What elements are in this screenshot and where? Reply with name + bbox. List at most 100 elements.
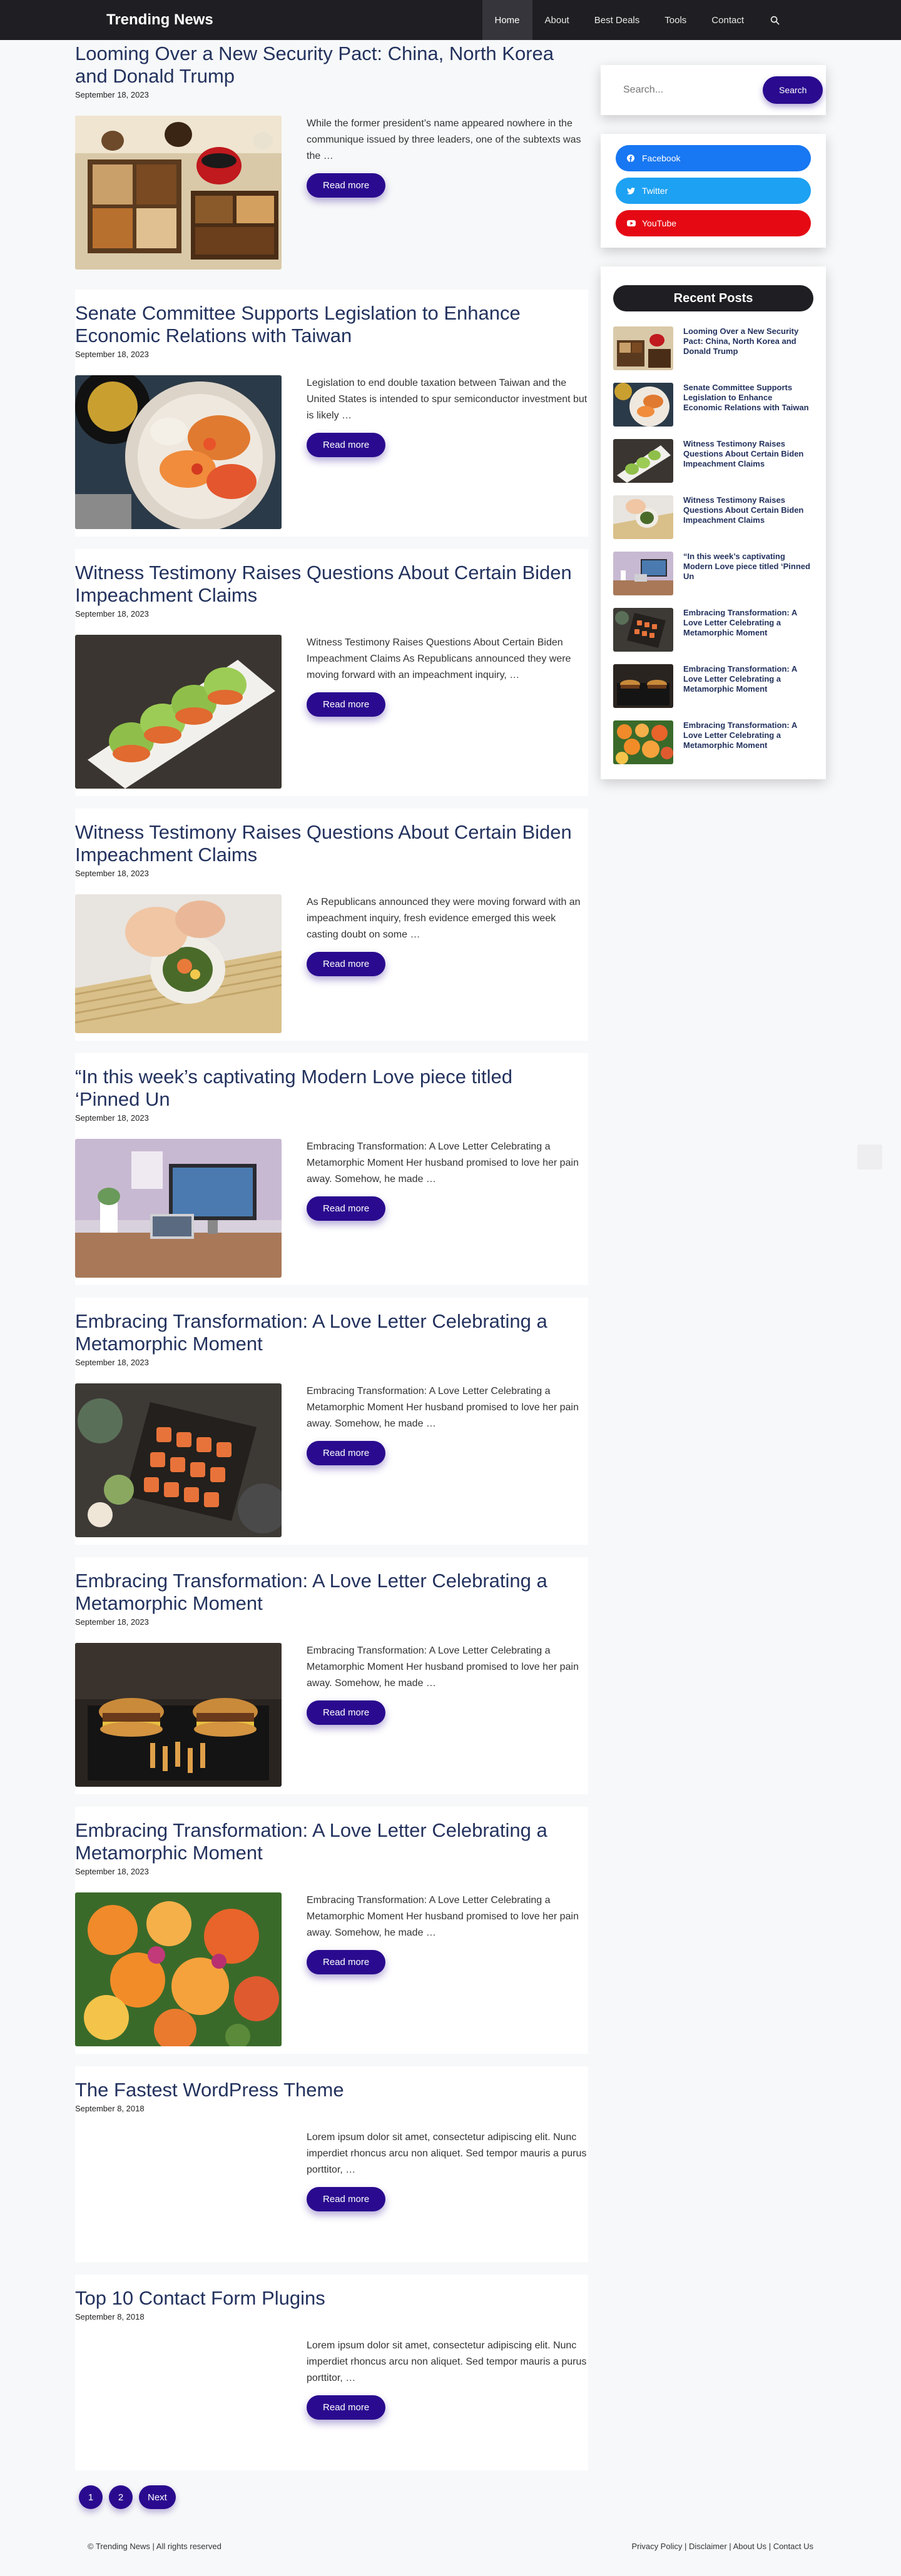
read-more-button[interactable]: Read more — [307, 2395, 386, 2420]
sidebar-search-button[interactable]: Search — [763, 76, 823, 104]
copyright-text: © Trending News | All rights reserved — [88, 2542, 221, 2551]
read-more-button[interactable]: Read more — [307, 692, 386, 717]
youtube-button[interactable]: YouTube — [616, 210, 811, 236]
recent-post-item: Witness Testimony Raises Questions About… — [613, 439, 813, 483]
post-title[interactable]: The Fastest WordPress Theme — [75, 2079, 588, 2101]
recent-post-title[interactable]: Witness Testimony Raises Questions About… — [683, 439, 813, 469]
read-more-button[interactable]: Read more — [307, 433, 386, 457]
read-more-button[interactable]: Read more — [307, 2187, 386, 2211]
facebook-icon — [627, 154, 637, 162]
post-card: Embracing Transformation: A Love Letter … — [75, 1557, 588, 1794]
recent-post-title[interactable]: Embracing Transformation: A Love Letter … — [683, 720, 813, 750]
post-thumbnail[interactable] — [75, 375, 282, 529]
search-widget: Search — [601, 65, 826, 115]
post-title[interactable]: “In this week’s captivating Modern Love … — [75, 1066, 588, 1111]
footer-link-disclaimer[interactable]: Disclaimer — [689, 2542, 727, 2551]
post-title[interactable]: Embracing Transformation: A Love Letter … — [75, 1819, 588, 1864]
post-title[interactable]: Witness Testimony Raises Questions About… — [75, 821, 588, 866]
recent-posts-heading: Recent Posts — [613, 285, 813, 311]
post-excerpt: Lorem ipsum dolor sit amet, consectetur … — [307, 2132, 587, 2175]
footer-links: Privacy Policy | Disclaimer | About Us |… — [631, 2542, 813, 2551]
next-page-button[interactable]: Next — [139, 2485, 176, 2509]
recent-post-item: Embracing Transformation: A Love Letter … — [613, 608, 813, 652]
post-thumbnail[interactable] — [75, 1383, 282, 1537]
read-more-button[interactable]: Read more — [307, 1950, 386, 1974]
post-thumbnail[interactable] — [75, 116, 282, 270]
post-date: September 18, 2023 — [75, 350, 149, 359]
post-thumbnail[interactable] — [75, 635, 282, 789]
read-more-button[interactable]: Read more — [307, 952, 386, 976]
read-more-button[interactable]: Read more — [307, 1441, 386, 1465]
recent-post-title[interactable]: Looming Over a New Security Pact: China,… — [683, 326, 813, 356]
post-title[interactable]: Looming Over a New Security Pact: China,… — [75, 43, 588, 88]
recent-post-item: Embracing Transformation: A Love Letter … — [613, 664, 813, 708]
recent-post-thumbnail[interactable] — [613, 439, 673, 483]
footer-link-about-us[interactable]: About Us — [733, 2542, 766, 2551]
post-excerpt: Embracing Transformation: A Love Letter … — [307, 1895, 579, 1938]
post-excerpt: Lorem ipsum dolor sit amet, consectetur … — [307, 2340, 587, 2383]
twitter-button[interactable]: Twitter — [616, 178, 811, 204]
post-title[interactable]: Senate Committee Supports Legislation to… — [75, 302, 588, 347]
sidebar: Search Facebook Twitter YouTube — [601, 19, 826, 2523]
read-more-button[interactable]: Read more — [307, 1196, 386, 1221]
post-title[interactable]: Top 10 Contact Form Plugins — [75, 2287, 588, 2310]
sidebar-search-input[interactable] — [613, 77, 763, 103]
post-date: September 8, 2018 — [75, 2312, 145, 2321]
recent-post-title[interactable]: Senate Committee Supports Legislation to… — [683, 383, 813, 413]
page-1-button[interactable]: 1 — [79, 2485, 103, 2509]
recent-post-thumbnail[interactable] — [613, 495, 673, 539]
pagination: 1 2 Next — [75, 2483, 588, 2523]
post-date: September 18, 2023 — [75, 1617, 149, 1627]
post-card: Looming Over a New Security Pact: China,… — [75, 43, 588, 277]
page-2-button[interactable]: 2 — [109, 2485, 133, 2509]
post-title[interactable]: Embracing Transformation: A Love Letter … — [75, 1570, 588, 1615]
facebook-button[interactable]: Facebook — [616, 145, 811, 171]
recent-post-item: Witness Testimony Raises Questions About… — [613, 495, 813, 539]
post-card: Witness Testimony Raises Questions About… — [75, 809, 588, 1041]
recent-post-item: “In this week’s captivating Modern Love … — [613, 552, 813, 595]
post-thumbnail-placeholder — [75, 2338, 282, 2463]
post-title[interactable]: Witness Testimony Raises Questions About… — [75, 562, 588, 607]
recent-post-thumbnail[interactable] — [613, 608, 673, 652]
recent-post-title[interactable]: “In this week’s captivating Modern Love … — [683, 552, 813, 582]
post-date: September 18, 2023 — [75, 1358, 149, 1367]
post-date: September 18, 2023 — [75, 869, 149, 878]
nav-about[interactable]: About — [532, 0, 582, 40]
post-thumbnail[interactable] — [75, 1892, 282, 2046]
read-more-button[interactable]: Read more — [307, 1700, 386, 1725]
youtube-icon — [627, 220, 637, 226]
post-card: The Fastest WordPress Theme September 8,… — [75, 2066, 588, 2262]
recent-post-thumbnail[interactable] — [613, 552, 673, 595]
recent-post-thumbnail[interactable] — [613, 383, 673, 427]
footer-link-privacy-policy[interactable]: Privacy Policy — [631, 2542, 682, 2551]
recent-post-thumbnail[interactable] — [613, 664, 673, 708]
post-excerpt: Legislation to end double taxation betwe… — [307, 378, 588, 421]
post-card: “In this week’s captivating Modern Love … — [75, 1053, 588, 1285]
post-card: Senate Committee Supports Legislation to… — [75, 290, 588, 537]
post-excerpt: While the former president’s name appear… — [307, 118, 581, 161]
recent-post-title[interactable]: Embracing Transformation: A Love Letter … — [683, 608, 813, 638]
post-excerpt: Embracing Transformation: A Love Letter … — [307, 1141, 579, 1184]
post-thumbnail[interactable] — [75, 1139, 282, 1278]
social-widget: Facebook Twitter YouTube — [601, 134, 826, 248]
post-thumbnail[interactable] — [75, 1643, 282, 1787]
post-title[interactable]: Embracing Transformation: A Love Letter … — [75, 1310, 588, 1355]
youtube-label: YouTube — [642, 218, 677, 228]
recent-post-title[interactable]: Witness Testimony Raises Questions About… — [683, 495, 813, 525]
recent-post-title[interactable]: Embracing Transformation: A Love Letter … — [683, 664, 813, 694]
post-excerpt: Embracing Transformation: A Love Letter … — [307, 1645, 579, 1689]
scroll-to-top-button[interactable] — [857, 1144, 882, 1169]
post-thumbnail[interactable] — [75, 894, 282, 1033]
recent-post-thumbnail[interactable] — [613, 326, 673, 370]
recent-posts-widget: Recent Posts Looming Over a New Security… — [601, 266, 826, 779]
post-excerpt: As Republicans announced they were movin… — [307, 897, 581, 940]
read-more-button[interactable]: Read more — [307, 173, 386, 198]
post-list: Looming Over a New Security Pact: China,… — [75, 43, 588, 2523]
site-title[interactable]: Trending News — [106, 0, 213, 40]
post-date: September 8, 2018 — [75, 2104, 145, 2113]
recent-post-thumbnail[interactable] — [613, 720, 673, 764]
nav-home[interactable]: Home — [482, 0, 532, 40]
post-date: September 18, 2023 — [75, 1867, 149, 1876]
footer-link-contact-us[interactable]: Contact Us — [773, 2542, 813, 2551]
post-thumbnail-placeholder — [75, 2129, 282, 2255]
